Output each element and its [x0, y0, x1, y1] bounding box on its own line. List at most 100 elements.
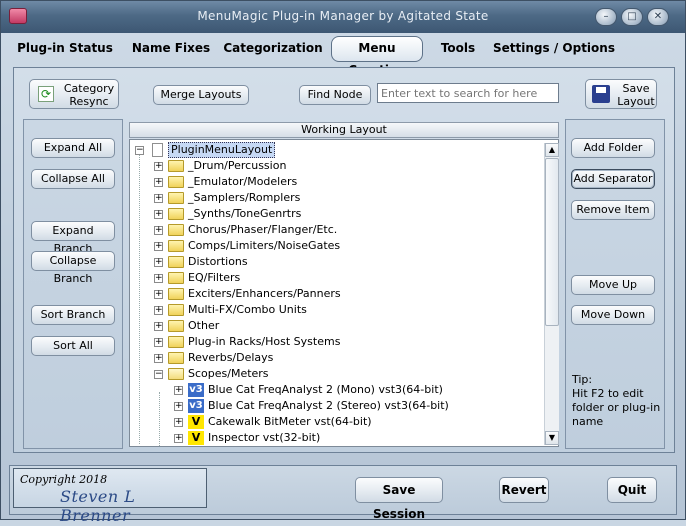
save-layout-label-line1: Save: [622, 82, 650, 95]
maximize-button[interactable]: □: [621, 8, 643, 26]
tree-folder-label[interactable]: Multi-FX/Combo Units: [188, 302, 307, 318]
author-signature: Steven L Brenner: [60, 487, 136, 525]
expand-toggle-icon[interactable]: +: [154, 322, 163, 331]
tree-folder-label[interactable]: Plug-in Racks/Host Systems: [188, 334, 340, 350]
close-button[interactable]: ✕: [647, 8, 669, 26]
tree-folder-label[interactable]: _Emulator/Modelers: [188, 174, 297, 190]
tree-plugin-label[interactable]: Blue Cat FreqAnalyst 2 (Stereo) vst3(64-…: [208, 398, 449, 414]
category-resync-label-line1: Category: [63, 82, 115, 95]
open-folder-icon: [168, 368, 184, 380]
find-node-button[interactable]: Find Node: [299, 85, 371, 105]
folder-icon: [168, 304, 184, 316]
working-layout-tree[interactable]: − PluginMenuLayout + _Drum/Percussion + …: [129, 139, 559, 447]
collapse-toggle-icon[interactable]: −: [135, 146, 144, 155]
category-resync-button[interactable]: ⟳ Category Resync: [29, 79, 119, 109]
save-session-button[interactable]: Save Session: [355, 477, 443, 521]
folder-icon: [168, 336, 184, 348]
expand-toggle-icon[interactable]: +: [174, 386, 183, 395]
expand-toggle-icon[interactable]: +: [154, 178, 163, 187]
floppy-disk-icon: [592, 85, 610, 103]
expand-toggle-icon[interactable]: +: [154, 306, 163, 315]
tip-line: name: [572, 415, 604, 428]
tab-categorization[interactable]: Categorization: [223, 36, 323, 60]
layout-root-icon: [152, 143, 163, 157]
collapse-branch-button[interactable]: Collapse Branch: [31, 251, 115, 285]
expand-branch-button[interactable]: Expand Branch: [31, 221, 115, 255]
sort-all-button[interactable]: Sort All: [31, 336, 115, 356]
tree-folder-label[interactable]: Chorus/Phaser/Flanger/Etc.: [188, 222, 337, 238]
tree-folder-label[interactable]: _Synths/ToneGenrtrs: [188, 206, 301, 222]
expand-toggle-icon[interactable]: +: [154, 210, 163, 219]
vst3-badge-icon: v3: [188, 399, 204, 413]
save-layout-button[interactable]: Save Layout: [585, 79, 657, 109]
tree-guide-line-child: [159, 392, 160, 446]
tree-folder-label[interactable]: _Samplers/Romplers: [188, 190, 300, 206]
resync-icon: ⟳: [38, 86, 54, 102]
expand-toggle-icon[interactable]: +: [174, 402, 183, 411]
tree-root-label[interactable]: PluginMenuLayout: [168, 142, 276, 158]
maximize-icon: □: [627, 11, 637, 22]
tree-folder-label[interactable]: Distortions: [188, 254, 248, 270]
move-up-button[interactable]: Move Up: [571, 275, 655, 295]
scroll-thumb[interactable]: [545, 158, 559, 326]
folder-icon: [168, 256, 184, 268]
tree-plugin-label[interactable]: Cakewalk BitMeter vst(64-bit): [208, 414, 372, 430]
tab-plugin-status[interactable]: Plug-in Status: [15, 36, 115, 60]
scroll-down-icon[interactable]: ▼: [545, 431, 559, 445]
working-layout-header: Working Layout: [129, 122, 559, 138]
category-resync-label-line2: Resync: [69, 95, 109, 108]
expand-toggle-icon[interactable]: +: [174, 434, 183, 443]
vst-badge-icon: V: [188, 415, 204, 429]
tab-settings-options[interactable]: Settings / Options: [493, 36, 615, 60]
tree-folder-label[interactable]: Other: [188, 318, 219, 334]
tip-line: Hit F2 to edit: [572, 387, 644, 400]
expand-toggle-icon[interactable]: +: [154, 354, 163, 363]
tab-name-fixes[interactable]: Name Fixes: [127, 36, 215, 60]
search-input[interactable]: [377, 83, 559, 103]
add-folder-button[interactable]: Add Folder: [571, 138, 655, 158]
folder-icon: [168, 208, 184, 220]
close-icon: ✕: [653, 11, 663, 22]
tree-scrollbar[interactable]: ▲ ▼: [544, 143, 559, 445]
expand-toggle-icon[interactable]: +: [154, 290, 163, 299]
revert-button[interactable]: Revert: [499, 477, 549, 503]
tip-line: folder or plug-in: [572, 401, 661, 414]
tree-folder-label[interactable]: EQ/Filters: [188, 270, 240, 286]
tab-tools[interactable]: Tools: [433, 36, 483, 60]
expand-toggle-icon[interactable]: +: [154, 338, 163, 347]
tab-menu-creation[interactable]: Menu Creation: [331, 36, 423, 77]
sort-branch-button[interactable]: Sort Branch: [31, 305, 115, 325]
quit-button[interactable]: Quit: [607, 477, 657, 503]
expand-toggle-icon[interactable]: +: [154, 258, 163, 267]
app-window: MenuMagic Plug-in Manager by Agitated St…: [0, 0, 686, 525]
expand-toggle-icon[interactable]: +: [154, 242, 163, 251]
expand-toggle-icon[interactable]: +: [154, 226, 163, 235]
copyright-box: Copyright 2018 Steven L Brenner: [13, 468, 207, 525]
folder-icon: [168, 240, 184, 252]
vst-badge-icon: V: [188, 431, 204, 445]
copyright-text: Copyright 2018: [20, 473, 108, 486]
merge-layouts-button[interactable]: Merge Layouts: [153, 85, 249, 105]
folder-icon: [168, 272, 184, 284]
expand-all-button[interactable]: Expand All: [31, 138, 115, 158]
tree-folder-label[interactable]: Exciters/Enhancers/Panners: [188, 286, 341, 302]
expand-toggle-icon[interactable]: +: [154, 162, 163, 171]
folder-icon: [168, 224, 184, 236]
tree-folder-label[interactable]: _Drum/Percussion: [188, 158, 286, 174]
expand-toggle-icon[interactable]: +: [154, 194, 163, 203]
move-down-button[interactable]: Move Down: [571, 305, 655, 325]
remove-item-button[interactable]: Remove Item: [571, 200, 655, 220]
collapse-all-button[interactable]: Collapse All: [31, 169, 115, 189]
tree-folder-label[interactable]: Scopes/Meters: [188, 366, 269, 382]
expand-toggle-icon[interactable]: +: [154, 274, 163, 283]
minimize-button[interactable]: –: [595, 8, 617, 26]
scroll-up-icon[interactable]: ▲: [545, 143, 559, 157]
add-separator-button[interactable]: Add Separator: [571, 169, 655, 189]
tree-folder-label[interactable]: Comps/Limiters/NoiseGates: [188, 238, 340, 254]
expand-toggle-icon[interactable]: +: [174, 418, 183, 427]
tree-folder-label[interactable]: Reverbs/Delays: [188, 350, 273, 366]
vst3-badge-icon: v3: [188, 383, 204, 397]
tree-plugin-label[interactable]: Inspector vst(32-bit): [208, 430, 320, 446]
tree-plugin-label[interactable]: Blue Cat FreqAnalyst 2 (Mono) vst3(64-bi…: [208, 382, 443, 398]
collapse-toggle-icon[interactable]: −: [154, 370, 163, 379]
